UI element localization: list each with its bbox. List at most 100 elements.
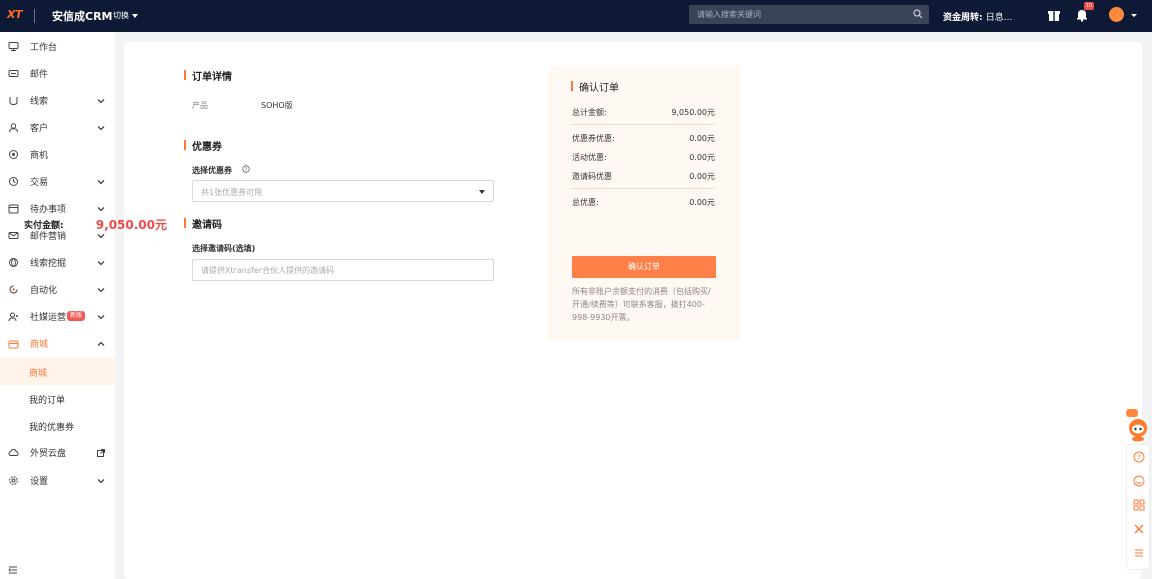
sidebar-item-label: 交易 xyxy=(30,178,49,188)
collapse-menu-icon[interactable] xyxy=(8,565,18,575)
sidebar-item-customers[interactable]: 客户 xyxy=(0,114,115,141)
mascot-assistant-icon[interactable] xyxy=(1125,408,1151,442)
chevron-down-icon xyxy=(97,206,105,211)
chevron-down-icon xyxy=(97,478,105,483)
sidebar-item-store[interactable]: 商城 xyxy=(0,330,115,357)
coupon-discount-value: 0.00元 xyxy=(689,134,715,143)
sidebar-item-social[interactable]: 社媒运营 新版 xyxy=(0,303,115,330)
opportunity-icon xyxy=(9,150,18,159)
sidebar-item-automation[interactable]: 自动化 xyxy=(0,276,115,303)
fund-turnover[interactable]: 资金周转: 日息... xyxy=(943,10,1012,23)
sidebar-item-workbench[interactable]: 工作台 xyxy=(0,33,115,60)
fund-value: 日息... xyxy=(985,13,1013,23)
coupon-field-label: 选择优惠券 xyxy=(192,166,232,175)
clock-icon xyxy=(9,177,18,186)
menu-list-icon[interactable] xyxy=(1133,547,1145,559)
sidebar-item-settings[interactable]: 设置 xyxy=(0,467,115,494)
chevron-down-icon xyxy=(97,98,105,103)
coupon-select-placeholder: 共1张优惠券可用 xyxy=(201,188,263,197)
invite-field-label: 选择邀请码(选填) xyxy=(192,244,256,253)
pay-value: 9,050.00元 xyxy=(95,218,167,232)
total-value: 9,050.00元 xyxy=(671,108,715,117)
sidebar-item-label: 商城 xyxy=(30,340,49,350)
svg-text:?: ? xyxy=(1137,454,1141,462)
user-icon xyxy=(9,123,18,133)
divider xyxy=(572,188,715,189)
sidebar-subitem-my-orders[interactable]: 我的订单 xyxy=(0,385,115,412)
logo[interactable]: XT xyxy=(7,8,27,22)
fund-label: 资金周转: xyxy=(943,13,983,23)
divider xyxy=(34,9,35,23)
pay-label: 实付金额: xyxy=(24,221,64,231)
activity-discount-label: 活动优惠: xyxy=(572,153,607,162)
product-value: SOHO版 xyxy=(261,101,293,110)
switch-label: 切换 xyxy=(113,11,129,20)
new-version-tag: 新版 xyxy=(67,311,86,321)
external-link-icon xyxy=(97,448,105,457)
sidebar-item-deals[interactable]: 交易 xyxy=(0,168,115,195)
chevron-down-icon xyxy=(97,179,105,184)
order-details-title: 订单详情 xyxy=(184,68,232,83)
total-discount-label: 总优惠: xyxy=(572,198,599,207)
confirm-order-button[interactable]: 确认订单 xyxy=(572,256,716,278)
customer-service-icon[interactable] xyxy=(1133,475,1145,487)
coupon-select[interactable]: 共1张优惠券可用 xyxy=(192,180,494,202)
gear-icon xyxy=(9,476,18,485)
coupon-discount-row: 优惠券优惠: 0.00元 xyxy=(572,133,715,144)
sidebar-item-label: 外贸云盘 xyxy=(30,449,67,459)
top-bar: XT 安信成CRM 切换 资金周转: 日息... 10 xyxy=(0,0,1152,32)
invite-title: 邀请码 xyxy=(184,216,222,231)
help-icon[interactable]: ? xyxy=(1133,451,1145,463)
product-label: 产品 xyxy=(192,101,208,110)
sidebar-subitem-store[interactable]: 商城 xyxy=(0,358,115,385)
magnet-icon xyxy=(9,97,18,106)
apps-grid-icon[interactable] xyxy=(1133,499,1145,511)
caret-down-icon xyxy=(479,190,485,194)
sidebar-item-leads[interactable]: 线索 xyxy=(0,87,115,114)
chevron-down-icon xyxy=(97,260,105,265)
tools-icon[interactable] xyxy=(1133,523,1145,535)
divider xyxy=(572,124,715,125)
sidebar-item-label: 客户 xyxy=(30,124,49,134)
activity-discount-row: 活动优惠: 0.00元 xyxy=(572,152,715,163)
sidebar: 工作台 邮件 线索 客户 商机 交易 待办事项 邮件营销 线索挖掘 自动化 社媒… xyxy=(0,32,115,579)
social-icon xyxy=(8,312,18,322)
sidebar-item-opportunities[interactable]: 商机 xyxy=(0,141,115,168)
sidebar-item-label: 线索挖掘 xyxy=(30,259,67,269)
gift-icon[interactable] xyxy=(1047,8,1061,22)
monitor-icon xyxy=(8,42,19,51)
store-icon xyxy=(8,340,19,349)
sidebar-subitem-label: 我的订单 xyxy=(29,396,66,406)
sidebar-item-mail[interactable]: 邮件 xyxy=(0,60,115,87)
activity-discount-value: 0.00元 xyxy=(689,153,715,162)
sidebar-item-label: 线索 xyxy=(30,97,49,107)
caret-down-icon xyxy=(132,13,138,18)
search-input[interactable] xyxy=(689,5,909,24)
invite-discount-value: 0.00元 xyxy=(689,172,715,181)
sidebar-subitem-my-coupons[interactable]: 我的优惠券 xyxy=(0,412,115,439)
app-title: 安信成CRM xyxy=(52,10,113,23)
total-label: 总计金额: xyxy=(572,108,607,117)
sidebar-subitem-label: 商城 xyxy=(29,369,48,379)
cloud-icon xyxy=(8,448,19,456)
invite-code-input[interactable] xyxy=(192,259,494,281)
caret-down-icon[interactable] xyxy=(1131,14,1137,17)
help-icon[interactable]: ? xyxy=(242,165,250,173)
sidebar-item-label: 设置 xyxy=(30,477,49,487)
search-box xyxy=(689,5,929,24)
sidebar-subitem-label: 我的优惠券 xyxy=(29,423,75,433)
bell-icon[interactable] xyxy=(1075,8,1089,22)
floating-toolbar: ? xyxy=(1126,444,1150,570)
sidebar-item-lead-mining[interactable]: 线索挖掘 xyxy=(0,249,115,276)
sidebar-item-label: 自动化 xyxy=(30,286,58,296)
switch-button[interactable]: 切换 xyxy=(113,10,138,21)
search-icon[interactable] xyxy=(913,9,923,19)
sidebar-item-cloud-drive[interactable]: 外贸云盘 xyxy=(0,439,115,466)
avatar[interactable] xyxy=(1109,7,1124,22)
chevron-down-icon xyxy=(97,314,105,319)
total-discount-value: 0.00元 xyxy=(689,198,715,207)
coupon-discount-label: 优惠券优惠: xyxy=(572,134,615,143)
logo-text: XT xyxy=(7,8,22,21)
sidebar-item-label: 工作台 xyxy=(30,43,58,53)
coupon-title: 优惠券 xyxy=(184,138,222,153)
